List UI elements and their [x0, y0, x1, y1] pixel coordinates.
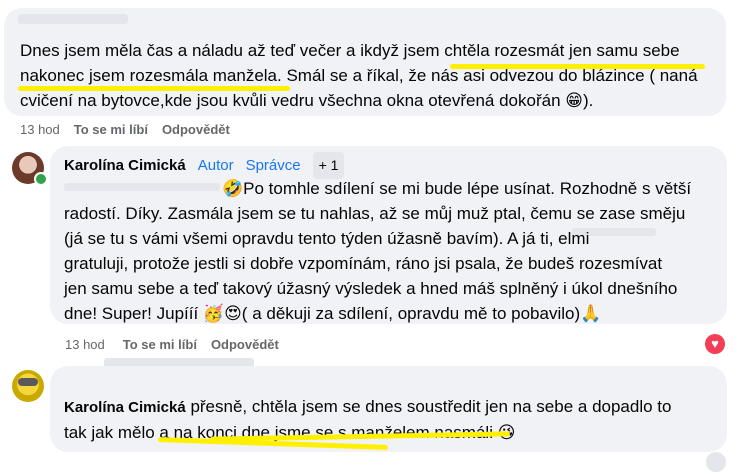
comment-text-2: 🤣Po tomhle sdílení se mi bude lépe usína…	[64, 179, 692, 323]
comment-bubble-1: Dnes jsem měla čas a náladu až teď večer…	[4, 8, 726, 116]
comment-text-1: Dnes jsem měla čas a náladu až teď večer…	[20, 41, 698, 110]
comment-text-3-line2: tak jak mělo a na konci dne jsme se s ma…	[64, 423, 516, 442]
author-badge: Autor	[197, 157, 234, 174]
comment-actions-1: 13 hod To se mi líbí Odpovědět	[20, 122, 230, 137]
comment-text-3-line1: přesně, chtěla jsem se dnes soustředit j…	[185, 397, 672, 416]
like-button[interactable]: To se mi líbí	[74, 122, 148, 137]
reply-button[interactable]: Odpovědět	[211, 337, 279, 352]
online-status-dot	[34, 172, 48, 186]
comment-bubble-3: Karolína Cimická přesně, chtěla jsem se …	[50, 366, 727, 452]
avatar[interactable]	[12, 370, 44, 402]
comment-actions-2: 13 hod To se mi líbí Odpovědět	[65, 337, 279, 352]
author-name-hidden	[18, 14, 128, 24]
reply-button[interactable]: Odpovědět	[162, 122, 230, 137]
comment-text-3: Karolína Cimická přesně, chtěla jsem se …	[64, 394, 724, 445]
comment-time[interactable]: 13 hod	[20, 122, 60, 137]
comment-bubble-2: Karolína Cimická Autor Správce + 1 🤣Po t…	[50, 146, 727, 324]
comment-author[interactable]: Karolína Cimická	[64, 153, 186, 178]
admin-badge: Správce	[245, 157, 301, 174]
avatar-eye-icon	[18, 378, 38, 386]
comment-time[interactable]: 13 hod	[65, 337, 105, 352]
heart-reaction-icon[interactable]: ♥	[706, 452, 726, 472]
more-badges[interactable]: + 1	[312, 152, 345, 179]
like-button[interactable]: To se mi líbí	[123, 337, 197, 352]
heart-reaction-icon[interactable]: ♥	[705, 334, 725, 354]
mention-author[interactable]: Karolína Cimická	[64, 399, 186, 416]
